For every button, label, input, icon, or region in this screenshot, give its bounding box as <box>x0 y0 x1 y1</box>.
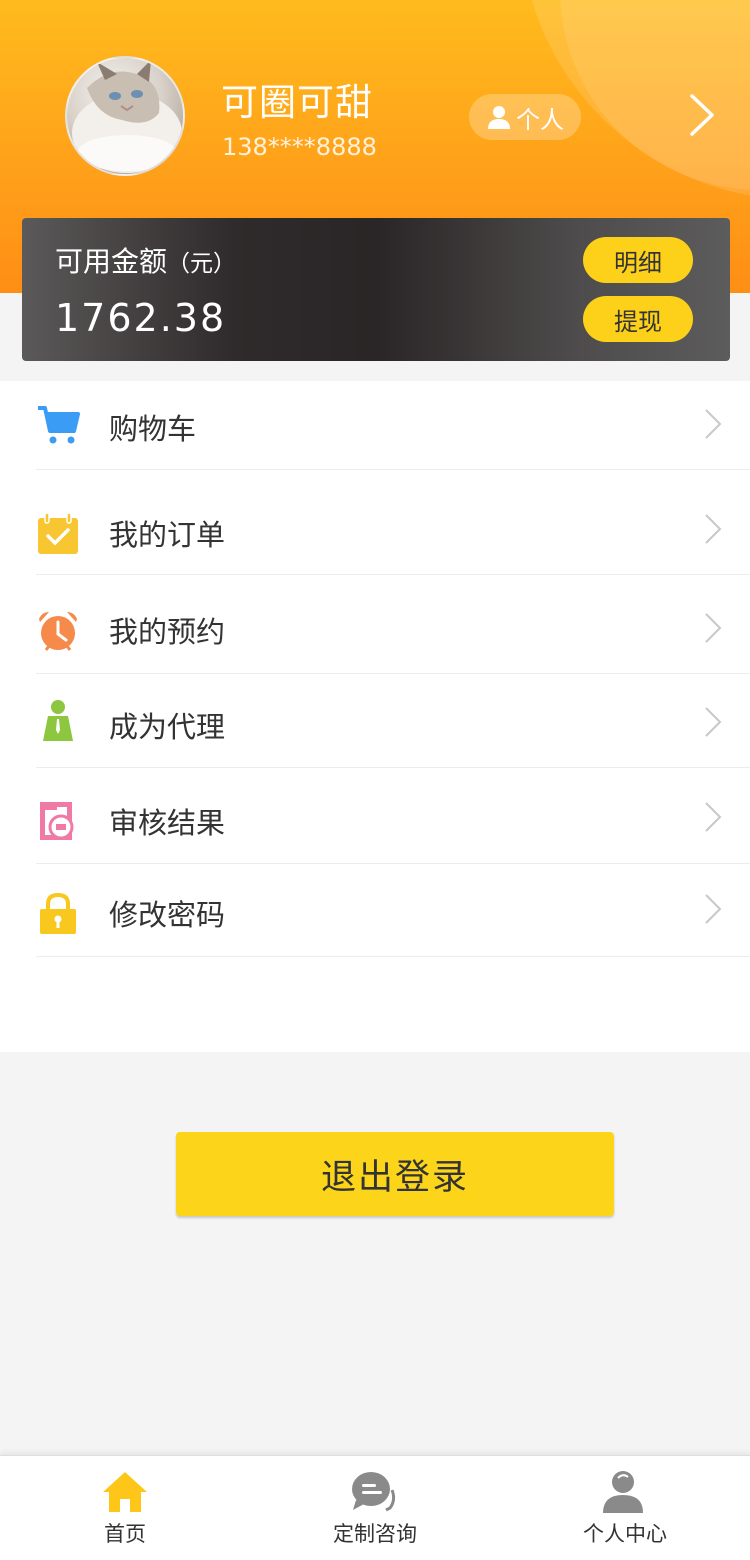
bottom-tab-bar: 首页 定制咨询 个人中心 <box>0 1455 750 1560</box>
home-icon <box>103 1472 147 1512</box>
tab-label: 个人中心 <box>583 1522 667 1546</box>
divider <box>36 956 750 957</box>
chat-bubble-icon <box>352 1472 396 1512</box>
user-phone: 138****8888 <box>222 133 377 161</box>
user-icon <box>603 1471 643 1513</box>
logout-button[interactable]: 退出登录 <box>176 1132 614 1216</box>
menu-item-cart[interactable]: 购物车 <box>0 381 750 470</box>
chevron-right-icon <box>705 802 722 832</box>
menu-item-change-password[interactable]: 修改密码 <box>0 864 750 957</box>
menu-item-label: 成为代理 <box>109 710 226 744</box>
tab-personal-center[interactable]: 个人中心 <box>500 1456 750 1560</box>
chevron-right-icon[interactable] <box>684 93 720 137</box>
withdraw-button[interactable]: 提现 <box>583 296 693 342</box>
tab-label: 首页 <box>104 1522 146 1546</box>
menu-item-label: 购物车 <box>109 412 197 446</box>
balance-value: 1762.38 <box>55 296 227 340</box>
menu-item-label: 我的订单 <box>109 518 226 552</box>
chevron-right-icon <box>705 894 722 924</box>
chevron-right-icon <box>705 409 722 439</box>
balance-label: 可用金额（元） <box>55 240 236 280</box>
chevron-right-icon <box>705 707 722 737</box>
alarm-clock-icon <box>39 612 77 651</box>
user-name: 可圈可甜 <box>221 81 373 124</box>
detail-button[interactable]: 明细 <box>583 237 693 283</box>
personal-tag-label: 个人 <box>516 105 564 134</box>
calendar-check-icon <box>38 512 78 554</box>
agent-person-icon <box>43 700 73 741</box>
review-result-icon <box>40 802 74 840</box>
cart-icon <box>38 406 80 444</box>
balance-unit: （元） <box>167 251 237 277</box>
menu-item-orders[interactable]: 我的订单 <box>0 470 750 575</box>
chevron-right-icon <box>705 514 722 544</box>
person-icon <box>488 106 510 129</box>
menu-item-label: 审核结果 <box>109 806 226 840</box>
menu-item-label: 我的预约 <box>109 615 226 649</box>
menu-item-review-results[interactable]: 审核结果 <box>0 768 750 864</box>
personal-tag[interactable]: 个人 <box>469 94 581 140</box>
menu-item-label: 修改密码 <box>109 898 226 932</box>
cat-avatar-image <box>72 60 182 173</box>
tab-home[interactable]: 首页 <box>0 1456 250 1560</box>
tab-custom-consult[interactable]: 定制咨询 <box>250 1456 500 1560</box>
menu-item-become-agent[interactable]: 成为代理 <box>0 674 750 768</box>
menu-item-appointments[interactable]: 我的预约 <box>0 575 750 674</box>
avatar[interactable] <box>65 56 185 176</box>
balance-card: 可用金额（元） 1762.38 明细 提现 <box>22 218 730 361</box>
lock-icon <box>40 892 76 934</box>
chevron-right-icon <box>705 613 722 643</box>
balance-label-text: 可用金额 <box>55 245 168 278</box>
tab-label: 定制咨询 <box>333 1522 417 1546</box>
menu-list: 购物车 我的订单 我的预约 成为代理 审核结果 修改密码 <box>0 381 750 1052</box>
